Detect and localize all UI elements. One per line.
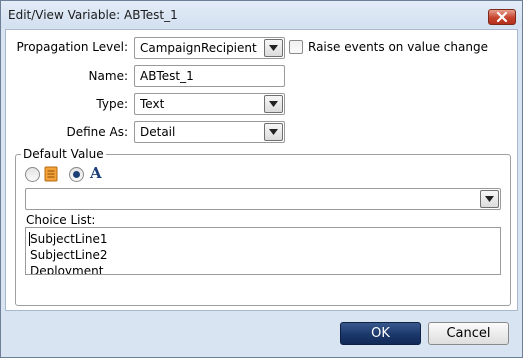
close-icon <box>496 12 508 22</box>
define-as-select[interactable]: Detail <box>134 121 285 143</box>
name-label: Name: <box>88 69 128 83</box>
define-as-label: Define As: <box>66 125 129 139</box>
ok-button[interactable]: OK <box>340 322 421 345</box>
default-value-none-radio[interactable] <box>25 167 40 182</box>
define-as-dropdown-button[interactable] <box>264 123 283 141</box>
type-label: Type: <box>96 97 128 111</box>
list-item[interactable]: SubjectLine2 <box>30 248 108 262</box>
chevron-down-icon <box>269 45 278 51</box>
type-dropdown-button[interactable] <box>264 95 283 113</box>
name-field[interactable]: ABTest_1 <box>134 65 285 87</box>
raise-events-label: Raise events on value change <box>308 40 488 54</box>
choice-list[interactable]: SubjectLine1 SubjectLine2 Deployment <box>25 227 501 275</box>
name-value: ABTest_1 <box>140 69 194 83</box>
chevron-down-icon <box>485 196 494 202</box>
define-as-value: Detail <box>140 125 176 139</box>
default-value-legend: Default Value <box>21 147 106 161</box>
text-caret <box>29 232 30 246</box>
dialog-title: Edit/View Variable: ABTest_1 <box>8 8 178 22</box>
dialog-footer: OK Cancel <box>1 312 522 357</box>
default-value-dropdown-button[interactable] <box>480 190 499 208</box>
cancel-button[interactable]: Cancel <box>428 322 509 345</box>
propagation-level-select[interactable]: CampaignRecipient <box>134 37 285 59</box>
propagation-level-label: Propagation Level: <box>16 40 129 54</box>
dialog-window: Edit/View Variable: ABTest_1 Propagation… <box>0 0 523 358</box>
default-value-text-radio[interactable] <box>69 167 84 182</box>
text-a-icon: A <box>90 164 102 182</box>
default-value-select[interactable] <box>25 188 501 210</box>
propagation-level-value: CampaignRecipient <box>140 41 257 55</box>
type-value: Text <box>140 97 165 111</box>
list-item[interactable]: Deployment <box>30 264 103 274</box>
close-button[interactable] <box>488 9 516 25</box>
propagation-dropdown-button[interactable] <box>264 39 283 57</box>
raise-events-checkbox[interactable] <box>289 40 303 54</box>
list-item[interactable]: SubjectLine1 <box>30 232 108 246</box>
chevron-down-icon <box>269 101 278 107</box>
title-bar[interactable]: Edit/View Variable: ABTest_1 <box>1 1 522 28</box>
chevron-down-icon <box>269 129 278 135</box>
type-select[interactable]: Text <box>134 93 285 115</box>
list-icon[interactable] <box>44 166 58 182</box>
choice-list-label: Choice List: <box>26 213 96 227</box>
dialog-content: Propagation Level: CampaignRecipient Rai… <box>5 29 518 311</box>
